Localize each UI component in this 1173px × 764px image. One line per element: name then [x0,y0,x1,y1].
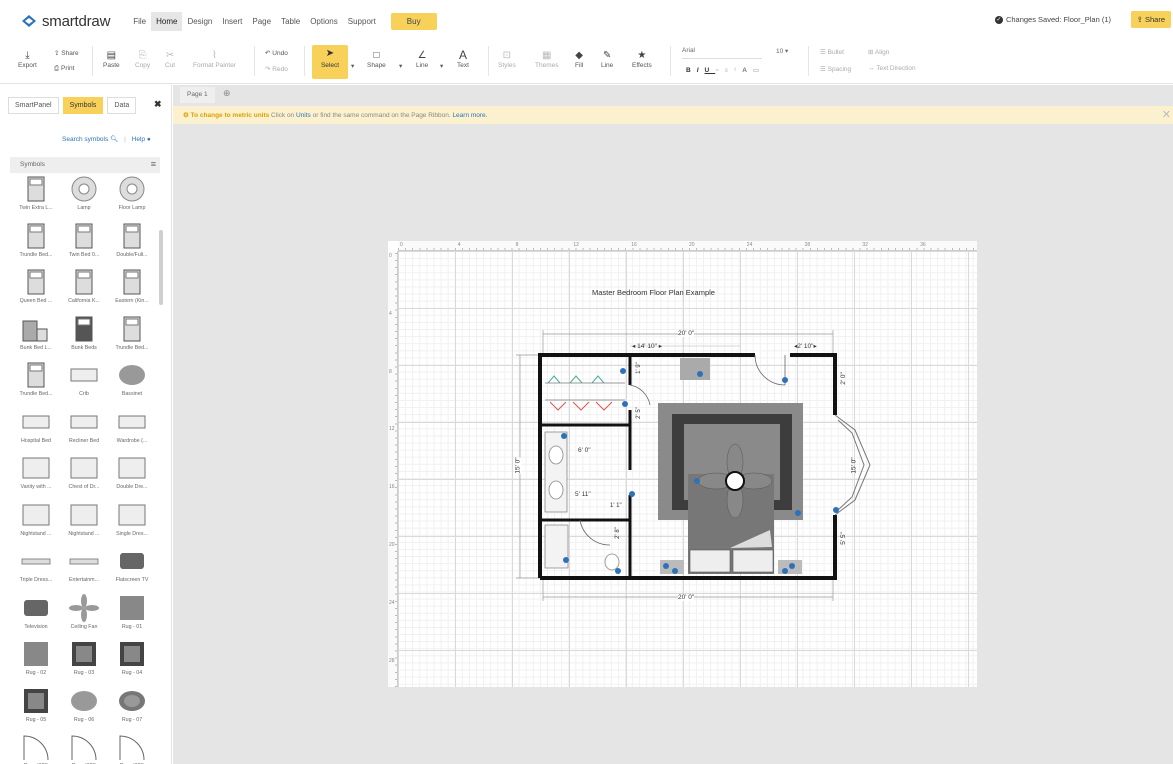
dim-right-bottom[interactable]: 5' 5" [840,532,847,545]
dim-top-right-text: 2' 10" [797,343,814,350]
dim-top-left-text: 14' 10" [637,343,657,350]
dim-wc-h[interactable]: 2' 8" [615,527,621,539]
dim-closet-h2[interactable]: 2' 5" [636,407,642,419]
closet-hangers[interactable] [545,375,625,411]
dim-top-right[interactable]: ◂2' 10"▸ [794,342,817,350]
dresser[interactable] [680,358,710,380]
dim-bath-w[interactable]: 6' 0" [578,447,591,454]
dim-small[interactable]: 1' 1" [610,503,622,509]
dim-top-left[interactable]: ◂ 14' 10" ▸ [632,342,662,350]
dim-right-window[interactable]: 15' 0" [851,457,858,473]
dim-bath-w2[interactable]: 5' 11" [575,491,591,498]
dim-closet-h[interactable]: 1' 9" [636,362,642,374]
dim-top-total[interactable]: 20' 0" [678,330,695,337]
dim-bottom-total[interactable]: 20' 0" [678,594,695,601]
floor-plan[interactable] [0,0,1173,764]
dim-left-height[interactable]: 15' 0" [514,457,522,474]
dim-right-top[interactable]: 2' 0" [840,372,847,385]
